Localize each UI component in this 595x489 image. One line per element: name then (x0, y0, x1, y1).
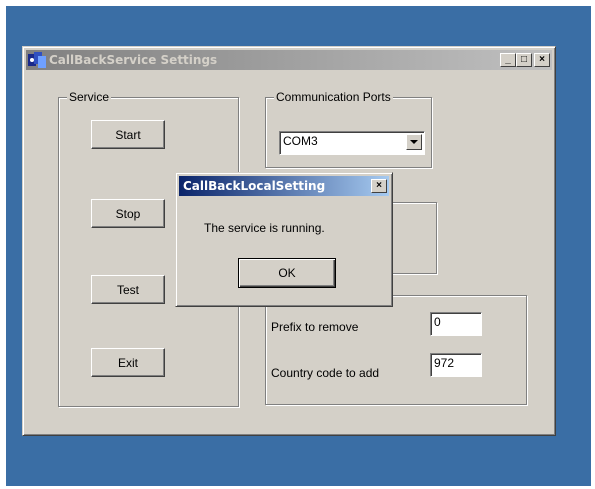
start-button[interactable]: Start (91, 120, 165, 149)
close-button[interactable]: × (534, 53, 550, 67)
dial-settings-group (265, 295, 527, 405)
prefix-label: Prefix to remove (271, 320, 359, 334)
dialog-title: CallBackLocalSetting (183, 179, 326, 193)
port-select-value: COM3 (283, 134, 318, 148)
window-title: CallBackService Settings (49, 53, 218, 67)
service-group-label: Service (67, 90, 112, 104)
test-button[interactable]: Test (91, 275, 165, 304)
dialog-close-button[interactable]: × (371, 179, 387, 193)
chevron-down-icon[interactable] (406, 134, 422, 150)
maximize-button[interactable]: □ (516, 53, 532, 67)
window-titlebar[interactable]: CallBackService Settings _ □ × (26, 50, 552, 70)
ports-group-label: Communication Ports (274, 90, 393, 104)
message-dialog: CallBackLocalSetting × The service is ru… (175, 172, 393, 307)
dialog-message: The service is running. (204, 221, 325, 235)
country-code-label: Country code to add (271, 366, 380, 380)
minimize-button[interactable]: _ (500, 53, 516, 67)
ok-button[interactable]: OK (238, 258, 336, 288)
port-select[interactable]: COM3 (279, 131, 425, 155)
stop-button[interactable]: Stop (91, 199, 165, 228)
prefix-input[interactable]: 0 (430, 312, 482, 336)
exit-button[interactable]: Exit (91, 348, 165, 377)
country-code-input[interactable]: 972 (430, 353, 482, 377)
dialog-titlebar[interactable]: CallBackLocalSetting × (179, 176, 389, 196)
app-icon (28, 52, 46, 68)
